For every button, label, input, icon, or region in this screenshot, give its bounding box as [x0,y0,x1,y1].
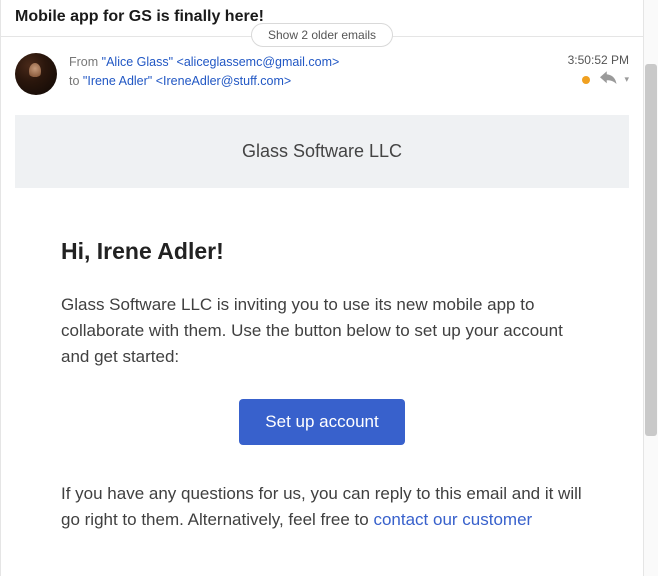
from-line: From "Alice Glass" <aliceglassemc@gmail.… [69,53,529,72]
email-body: Glass Software LLC Hi, Irene Adler! Glas… [1,115,643,533]
chevron-down-icon[interactable]: ▾ [624,74,629,85]
followup-paragraph: If you have any questions for us, you ca… [61,481,583,534]
greeting: Hi, Irene Adler! [61,234,583,270]
scrollbar-track[interactable] [644,0,658,576]
brand-banner: Glass Software LLC [15,115,629,188]
show-older-button[interactable]: Show 2 older emails [251,23,393,47]
to-email[interactable]: <IreneAdler@stuff.com> [156,74,291,88]
to-line: to "Irene Adler" <IreneAdler@stuff.com> [69,72,529,91]
email-content: Hi, Irene Adler! Glass Software LLC is i… [15,188,629,533]
timestamp: 3:50:52 PM [529,53,629,67]
scrollbar-thumb[interactable] [645,64,657,436]
intro-paragraph: Glass Software LLC is inviting you to us… [61,292,583,371]
to-label: to [69,74,83,88]
reply-icon[interactable] [600,71,618,88]
from-to-block: From "Alice Glass" <aliceglassemc@gmail.… [69,53,529,91]
avatar[interactable] [15,53,57,95]
email-header: From "Alice Glass" <aliceglassemc@gmail.… [1,37,643,105]
contact-link[interactable]: contact our customer [373,510,532,529]
setup-account-button[interactable]: Set up account [239,399,404,445]
unread-dot-icon[interactable] [582,76,590,84]
to-name[interactable]: "Irene Adler" [83,74,152,88]
from-email[interactable]: <aliceglassemc@gmail.com> [177,55,340,69]
from-name[interactable]: "Alice Glass" [102,55,173,69]
email-view: Mobile app for GS is finally here! Show … [0,0,644,576]
cta-wrap: Set up account [61,399,583,445]
meta-right: 3:50:52 PM ▾ [529,53,629,88]
from-label: From [69,55,102,69]
